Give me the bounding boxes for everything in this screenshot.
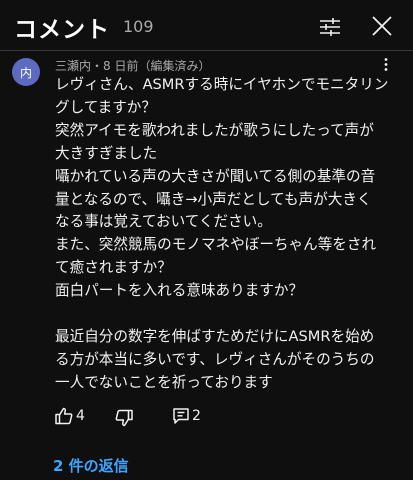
comment-line: る方が本当に多いです、レヴィさんがそのうちの	[55, 350, 375, 368]
comment-count: 109	[123, 17, 154, 36]
panel-title: コメント	[14, 17, 110, 43]
comment-line: 面白パートを入れる意味ありますか？	[55, 282, 304, 300]
reply-icon[interactable]	[171, 406, 191, 426]
comment-meta: 三瀬内・8 日前（編集済み）	[55, 59, 211, 73]
avatar[interactable]: 内	[12, 58, 40, 86]
close-icon[interactable]	[370, 14, 394, 38]
view-replies-link[interactable]: 2 件の返信	[53, 455, 129, 476]
comments-header: コメント 109	[0, 0, 413, 50]
header-divider	[0, 50, 413, 51]
comment-line: また、突然競馬のモノマネやぼーちゃん等をされ	[55, 236, 377, 254]
comment-line: て癒されますか？	[55, 259, 172, 277]
comment-line: 最近自分の数字を伸ばすためだけにASMRを始め	[55, 327, 375, 345]
like-count: 4	[76, 408, 85, 424]
comment-line: 一人でないことを祈っております	[55, 373, 273, 391]
more-options-icon[interactable]	[382, 57, 390, 73]
comment-line: レヴィさん、ASMRする時にイヤホンでモニタリン	[55, 76, 389, 93]
thumbs-up-icon[interactable]	[54, 406, 74, 426]
comment-line: なる事は覚えておいてください。	[55, 213, 272, 231]
sliders-icon[interactable]	[318, 15, 342, 39]
comment-line: 量となるので、囁き→小声だとしても声が大きく	[55, 190, 372, 208]
comment-line: 突然アイモを歌われましたが歌うにしたって声が	[55, 121, 374, 139]
thumbs-down-icon[interactable]	[114, 408, 134, 428]
comment-actions: 4 2	[0, 406, 413, 430]
comment-line	[55, 303, 400, 326]
avatar-initial: 内	[19, 65, 32, 80]
comment-line: 大きすぎました	[55, 144, 158, 162]
reply-count: 2	[192, 408, 201, 424]
comment-body: レヴィさん、ASMRする時にイヤホンでモニタリン グしてますか？ 突然アイモを歌…	[55, 74, 400, 395]
comment-line: グしてますか？	[55, 98, 156, 116]
comment-line: 囁かれている声の大きさが聞いてる側の基準の音	[55, 167, 376, 185]
